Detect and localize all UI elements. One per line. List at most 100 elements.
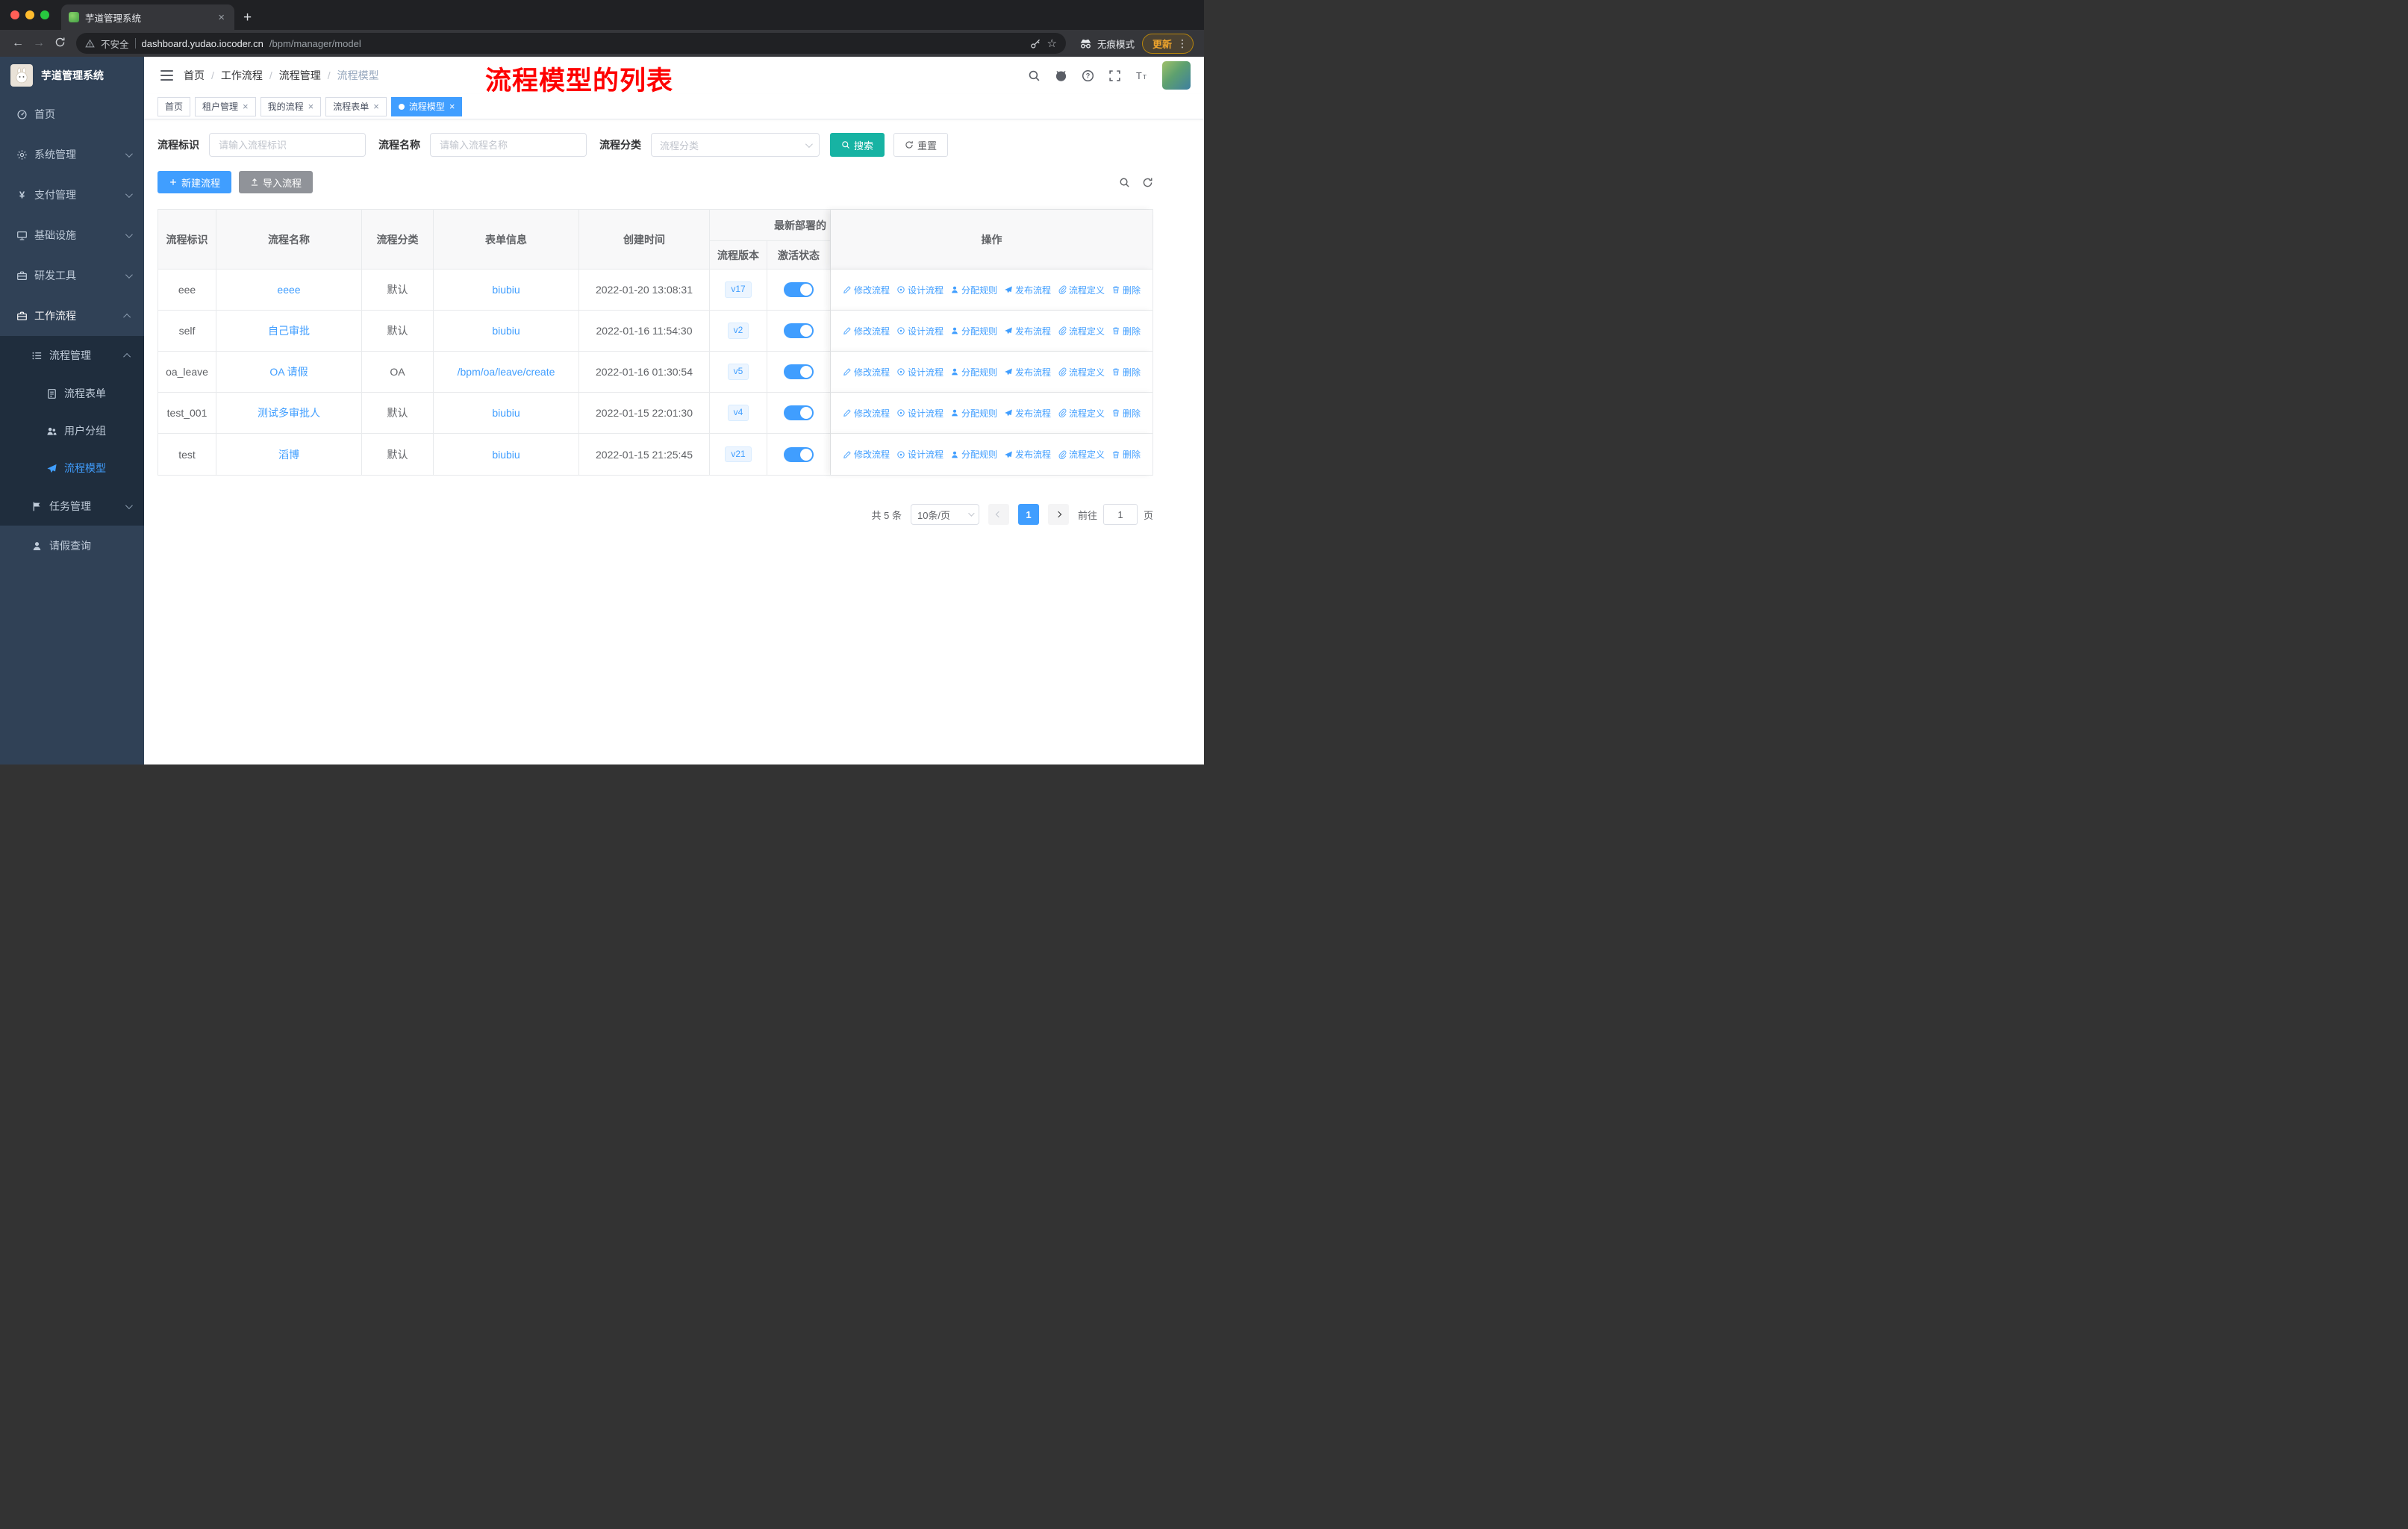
op-modify[interactable]: 修改流程 (843, 325, 890, 337)
prev-page-button[interactable] (988, 504, 1009, 525)
help-icon[interactable] (1082, 69, 1094, 82)
form-info-link[interactable]: biubiu (492, 407, 520, 419)
import-process-button[interactable]: 导入流程 (239, 171, 314, 193)
active-toggle[interactable] (784, 364, 814, 379)
sidebar-item-payment[interactable]: 支付管理 (0, 175, 144, 215)
op-modify[interactable]: 修改流程 (843, 448, 890, 461)
op-delete[interactable]: 删除 (1111, 407, 1141, 420)
form-info-link[interactable]: /bpm/oa/leave/create (458, 366, 555, 378)
fullscreen-icon[interactable] (1108, 69, 1121, 82)
op-modify[interactable]: 修改流程 (843, 284, 890, 296)
sidebar-collapse-icon[interactable] (160, 70, 173, 81)
close-window-button[interactable] (10, 10, 19, 19)
breadcrumb-process-management[interactable]: 流程管理 (279, 68, 321, 83)
op-definition[interactable]: 流程定义 (1058, 366, 1105, 379)
browser-update-button[interactable]: 更新 ⋮ (1141, 33, 1194, 54)
form-info-link[interactable]: biubiu (492, 284, 520, 296)
op-publish[interactable]: 发布流程 (1004, 366, 1051, 379)
browser-menu-icon[interactable]: ⋮ (1177, 38, 1188, 49)
process-key-input[interactable] (209, 133, 366, 157)
sidebar-item-process-management[interactable]: 流程管理 (0, 336, 144, 375)
tag-home[interactable]: 首页 (157, 96, 191, 116)
active-toggle[interactable] (784, 446, 814, 462)
op-definition[interactable]: 流程定义 (1058, 284, 1105, 296)
zoom-icon[interactable] (1119, 177, 1130, 188)
next-page-button[interactable] (1047, 504, 1069, 525)
refresh-table-icon[interactable] (1142, 177, 1153, 188)
sidebar-item-process-model[interactable]: 流程模型 (0, 449, 144, 487)
tag-process-model-active[interactable]: 流程模型 × (390, 96, 463, 116)
create-process-button[interactable]: 新建流程 (157, 171, 232, 193)
op-delete[interactable]: 删除 (1111, 325, 1141, 337)
close-icon[interactable]: × (243, 102, 249, 111)
goto-page-input[interactable] (1102, 504, 1138, 525)
op-delete[interactable]: 删除 (1111, 448, 1141, 461)
breadcrumb-workflow[interactable]: 工作流程 (221, 68, 263, 83)
op-delete[interactable]: 删除 (1111, 366, 1141, 379)
close-icon[interactable]: × (449, 102, 455, 111)
op-assign[interactable]: 分配规则 (950, 284, 997, 296)
breadcrumb-home[interactable]: 首页 (184, 68, 205, 83)
form-info-link[interactable]: biubiu (492, 449, 520, 461)
search-button[interactable]: 搜索 (830, 133, 885, 157)
sidebar-item-rd-tools[interactable]: 研发工具 (0, 255, 144, 296)
op-assign[interactable]: 分配规则 (950, 366, 997, 379)
process-name-link[interactable]: 测试多审批人 (258, 405, 320, 420)
active-toggle[interactable] (784, 323, 814, 338)
back-button[interactable]: ← (7, 37, 28, 49)
op-publish[interactable]: 发布流程 (1004, 325, 1051, 337)
sidebar-item-workflow[interactable]: 工作流程 (0, 296, 144, 336)
op-delete[interactable]: 删除 (1111, 284, 1141, 296)
op-assign[interactable]: 分配规则 (950, 448, 997, 461)
tag-tenant-management[interactable]: 租户管理 × (195, 96, 256, 116)
font-size-icon[interactable] (1135, 69, 1148, 82)
op-design[interactable]: 设计流程 (896, 284, 943, 296)
sidebar-item-user-group[interactable]: 用户分组 (0, 412, 144, 449)
op-assign[interactable]: 分配规则 (950, 325, 997, 337)
browser-tab[interactable]: 芋道管理系统 × (61, 4, 234, 30)
reload-button[interactable] (49, 37, 70, 51)
active-toggle[interactable] (784, 405, 814, 420)
minimize-window-button[interactable] (25, 10, 34, 19)
process-name-link[interactable]: 自己审批 (268, 323, 310, 338)
sidebar-item-infrastructure[interactable]: 基础设施 (0, 215, 144, 255)
address-bar[interactable]: 不安全 dashboard.yudao.iocoder.cn/bpm/manag… (76, 33, 1066, 54)
process-name-link[interactable]: 滔博 (278, 447, 299, 462)
password-key-icon[interactable] (1030, 38, 1041, 49)
op-publish[interactable]: 发布流程 (1004, 284, 1051, 296)
op-design[interactable]: 设计流程 (896, 325, 943, 337)
close-icon[interactable]: × (373, 102, 379, 111)
sidebar-item-leave-query[interactable]: 请假查询 (0, 526, 144, 566)
sidebar-item-task-management[interactable]: 任务管理 (0, 487, 144, 526)
op-definition[interactable]: 流程定义 (1058, 407, 1105, 420)
active-toggle[interactable] (784, 282, 814, 297)
op-modify[interactable]: 修改流程 (843, 407, 890, 420)
op-publish[interactable]: 发布流程 (1004, 448, 1051, 461)
process-name-link[interactable]: eeee (277, 284, 300, 296)
app-logo[interactable]: 芋道管理系统 (0, 57, 144, 94)
sidebar-item-process-form[interactable]: 流程表单 (0, 375, 144, 412)
op-assign[interactable]: 分配规则 (950, 407, 997, 420)
user-avatar[interactable] (1162, 61, 1191, 90)
sidebar-item-home[interactable]: 首页 (0, 94, 144, 134)
sidebar-item-system[interactable]: 系统管理 (0, 134, 144, 175)
tag-my-process[interactable]: 我的流程 × (260, 96, 322, 116)
process-name-input[interactable] (430, 133, 587, 157)
op-modify[interactable]: 修改流程 (843, 366, 890, 379)
op-design[interactable]: 设计流程 (896, 366, 943, 379)
close-icon[interactable]: × (308, 102, 314, 111)
page-size-select[interactable]: 10条/页 (910, 504, 979, 525)
process-name-link[interactable]: OA 请假 (269, 364, 308, 379)
bookmark-star-icon[interactable]: ☆ (1047, 38, 1057, 49)
op-design[interactable]: 设计流程 (896, 448, 943, 461)
form-info-link[interactable]: biubiu (492, 325, 520, 337)
op-definition[interactable]: 流程定义 (1058, 448, 1105, 461)
new-tab-button[interactable]: + (243, 10, 252, 25)
tab-close-icon[interactable]: × (216, 11, 227, 24)
current-page-button[interactable]: 1 (1017, 504, 1039, 525)
op-publish[interactable]: 发布流程 (1004, 407, 1051, 420)
search-icon[interactable] (1028, 69, 1041, 82)
forward-button[interactable]: → (28, 37, 49, 49)
op-design[interactable]: 设计流程 (896, 407, 943, 420)
reset-button[interactable]: 重置 (893, 133, 949, 157)
